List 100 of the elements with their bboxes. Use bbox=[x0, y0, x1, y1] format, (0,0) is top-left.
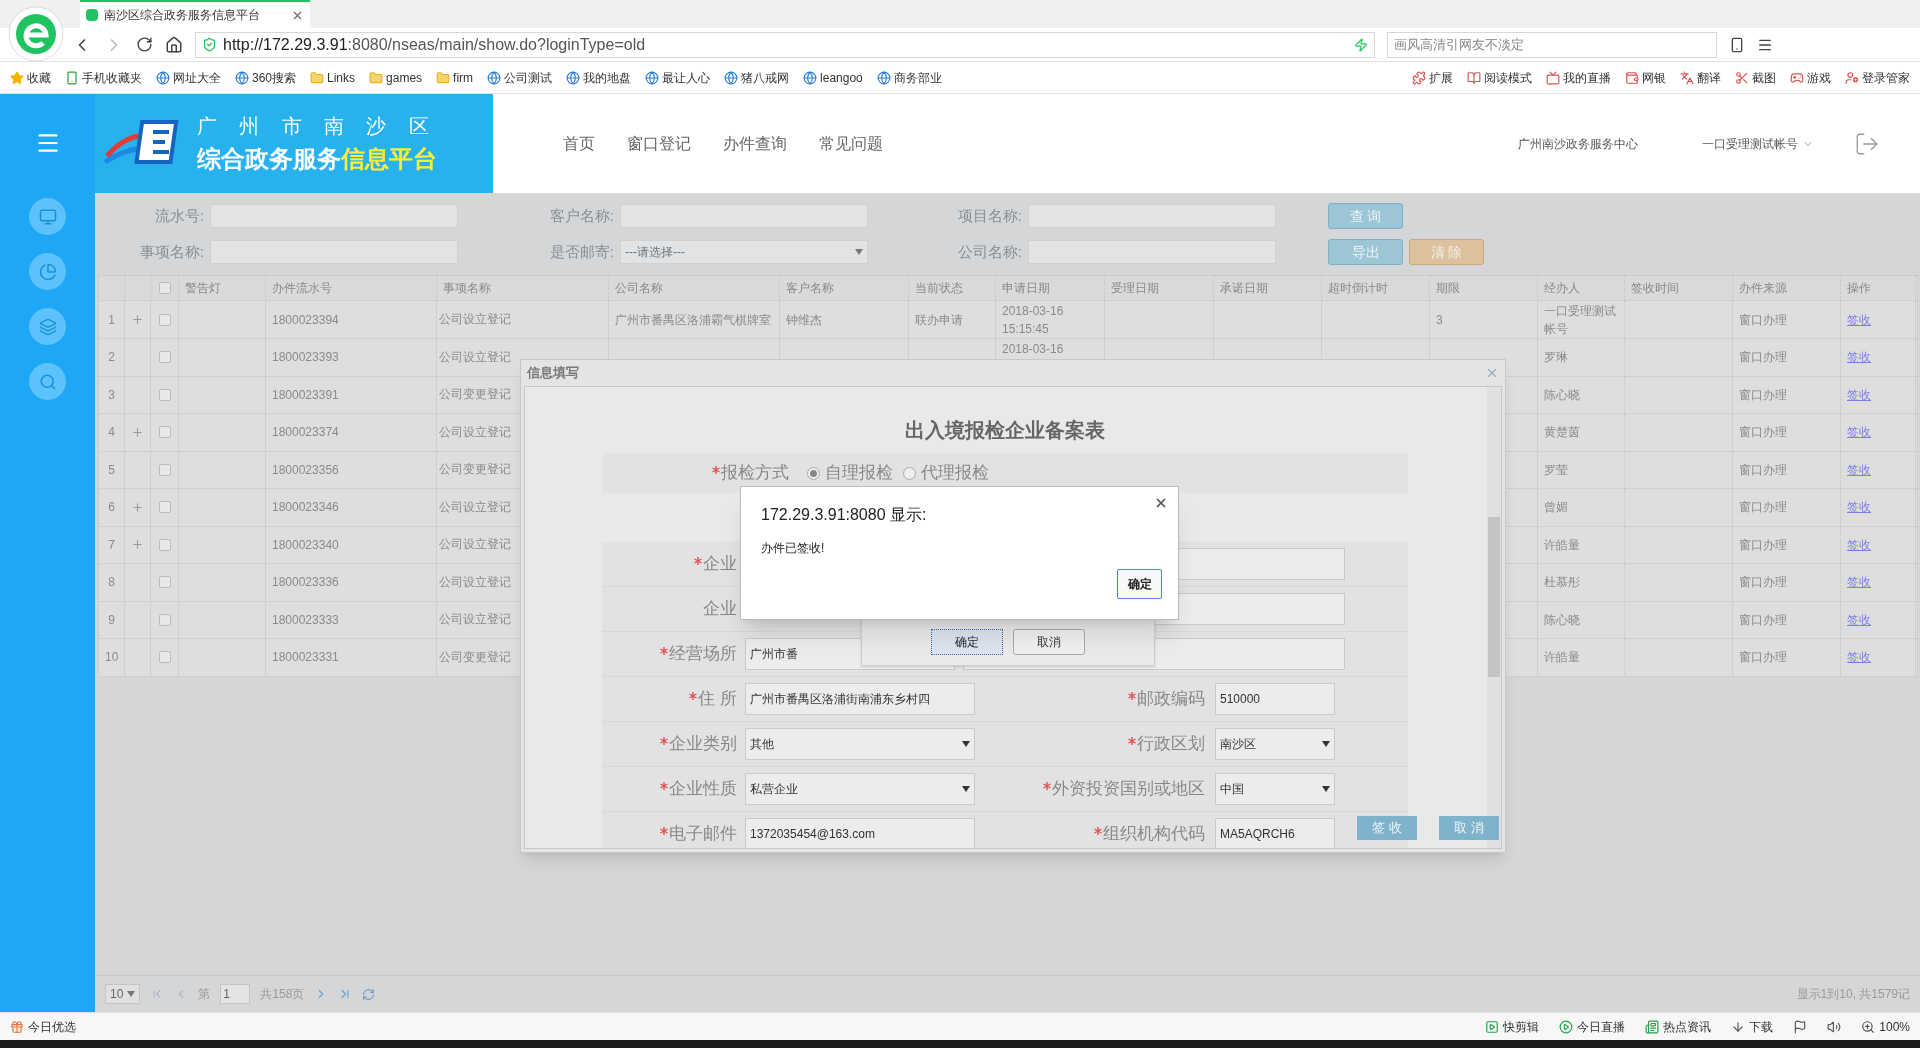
toolbar-link[interactable]: 网银 bbox=[1642, 68, 1666, 87]
field-label: 企业 bbox=[703, 598, 737, 621]
status-link[interactable]: 快剪辑 bbox=[1503, 1017, 1540, 1036]
column-header: 经办人 bbox=[1544, 281, 1580, 295]
account-menu[interactable]: 一口受理测试帐号 bbox=[1702, 134, 1798, 153]
browser-search-field[interactable]: 画风高清引网友不淡定 bbox=[1387, 31, 1717, 58]
toolbar-link[interactable]: 扩展 bbox=[1429, 68, 1453, 87]
toolbar-link[interactable]: 截图 bbox=[1752, 68, 1776, 87]
table-cell: 罗莹 bbox=[1544, 462, 1568, 477]
zoom-icon[interactable] bbox=[1861, 1019, 1876, 1034]
field-label: 组织机构代码 bbox=[1103, 823, 1205, 846]
checkbox[interactable] bbox=[158, 576, 171, 589]
column-header: 客户名称 bbox=[786, 281, 834, 295]
translate-icon[interactable] bbox=[1680, 70, 1694, 85]
checkbox[interactable] bbox=[158, 388, 171, 401]
layers-icon[interactable] bbox=[29, 308, 66, 345]
checkbox[interactable] bbox=[158, 613, 171, 626]
nav-link[interactable]: 窗口登记 bbox=[627, 131, 691, 156]
news-icon[interactable] bbox=[1645, 1019, 1660, 1034]
bookmark-link[interactable]: firm bbox=[453, 68, 474, 87]
text-field[interactable]: MA5AQRCH6 bbox=[1215, 818, 1335, 848]
text-field[interactable]: 广州市番禺区洛浦街南浦东乡村四 bbox=[745, 683, 975, 715]
volume-icon[interactable] bbox=[1827, 1019, 1842, 1034]
scissors-icon[interactable] bbox=[1735, 70, 1749, 85]
table-cell: 15:15:45 bbox=[1002, 322, 1049, 336]
status-link[interactable]: 热点资讯 bbox=[1663, 1017, 1712, 1036]
table-cell: 公司设立登记 bbox=[439, 613, 511, 626]
globe-icon bbox=[645, 70, 660, 85]
play-circle-icon[interactable] bbox=[1559, 1019, 1574, 1034]
today-picks-link[interactable]: 今日优选 bbox=[28, 1017, 76, 1036]
expand-icon[interactable] bbox=[131, 538, 144, 552]
select-field[interactable]: 其他 bbox=[745, 728, 975, 760]
gift-icon[interactable] bbox=[10, 1019, 24, 1034]
checkbox[interactable] bbox=[158, 282, 171, 294]
text-field[interactable]: 1372035454@163.com bbox=[745, 818, 975, 848]
nav-link[interactable]: 常见问题 bbox=[819, 131, 883, 156]
bookmark-link[interactable]: 最让人心 bbox=[662, 68, 711, 87]
ok-button[interactable]: 确定 bbox=[1117, 569, 1162, 599]
mail-select[interactable]: ---请选择--- bbox=[620, 240, 868, 264]
checkbox[interactable] bbox=[158, 426, 171, 439]
nav-link[interactable]: 办件查询 bbox=[723, 131, 787, 156]
folder-icon bbox=[310, 70, 325, 85]
select-field[interactable]: 私营企业 bbox=[745, 773, 975, 805]
pie-chart-icon[interactable] bbox=[29, 253, 66, 290]
checkbox[interactable] bbox=[158, 651, 171, 664]
text-field[interactable]: 510000 bbox=[1215, 683, 1335, 715]
scrollbar[interactable] bbox=[1487, 387, 1501, 848]
puzzle-icon[interactable] bbox=[1412, 70, 1426, 85]
table-cell: 窗口办理 bbox=[1739, 350, 1787, 365]
toolbar-link[interactable]: 登录管家 bbox=[1862, 68, 1910, 87]
checkbox[interactable] bbox=[158, 313, 171, 326]
browser-tab[interactable]: 南沙区综合政务服务信息平台 bbox=[80, 0, 310, 28]
toolbar-link[interactable]: 我的直播 bbox=[1563, 68, 1611, 87]
home-icon[interactable] bbox=[165, 35, 183, 54]
search-icon[interactable] bbox=[29, 363, 66, 400]
toolbar-link[interactable]: 阅读模式 bbox=[1484, 68, 1532, 87]
wallet-icon[interactable] bbox=[1625, 70, 1639, 85]
checkbox[interactable] bbox=[158, 351, 171, 364]
bookmark-link[interactable]: 我的地盘 bbox=[583, 68, 632, 87]
monitor-icon[interactable] bbox=[29, 198, 66, 235]
nav-link[interactable]: 首页 bbox=[563, 131, 595, 156]
toolbar-link[interactable]: 游戏 bbox=[1807, 68, 1831, 87]
expand-icon[interactable] bbox=[131, 313, 144, 326]
bookmark-link[interactable]: 网址大全 bbox=[173, 68, 221, 87]
tv-icon[interactable] bbox=[1546, 70, 1560, 85]
bookmark-link[interactable]: 公司测试 bbox=[504, 68, 553, 87]
refresh-icon[interactable] bbox=[362, 987, 376, 1001]
page-size-select[interactable]: 10 bbox=[105, 984, 141, 1004]
status-link[interactable]: 今日直播 bbox=[1577, 1017, 1626, 1036]
toolbar-link[interactable]: 翻译 bbox=[1697, 68, 1721, 87]
status-link[interactable]: 下载 bbox=[1749, 1017, 1774, 1036]
flag-icon[interactable] bbox=[1793, 1019, 1808, 1034]
phone-icon[interactable] bbox=[1729, 36, 1745, 53]
book-icon[interactable] bbox=[1467, 70, 1481, 85]
bookmark-link[interactable]: games bbox=[386, 68, 423, 87]
bookmark-link[interactable]: Links bbox=[327, 68, 356, 87]
bookmark-link[interactable]: 商务部业 bbox=[893, 68, 942, 87]
page-field[interactable]: 1 bbox=[220, 984, 251, 1004]
expand-icon[interactable] bbox=[131, 500, 144, 514]
bookmark-link[interactable]: 猪八戒网 bbox=[741, 68, 790, 87]
close-icon[interactable] bbox=[1154, 496, 1168, 510]
checkbox[interactable] bbox=[158, 463, 171, 476]
gamepad-icon[interactable] bbox=[1790, 70, 1804, 85]
checkbox[interactable] bbox=[158, 501, 171, 514]
cancel-button[interactable]: 取消 bbox=[1013, 629, 1085, 655]
bookmark-link[interactable]: 360搜索 bbox=[252, 68, 297, 87]
bookmark-link[interactable]: leangoo bbox=[820, 68, 863, 87]
select-field[interactable]: 中国 bbox=[1215, 773, 1335, 805]
confirm-button[interactable]: 确定 bbox=[931, 629, 1003, 655]
checkbox[interactable] bbox=[158, 538, 171, 551]
bookmark-link[interactable]: 手机收藏夹 bbox=[82, 68, 142, 87]
user-icon[interactable] bbox=[1845, 70, 1859, 85]
select-field[interactable]: 南沙区 bbox=[1215, 728, 1335, 760]
bookmark-link[interactable]: 收藏 bbox=[27, 68, 51, 87]
table-cell: 1800023374 bbox=[272, 425, 339, 440]
play-square-icon[interactable] bbox=[1485, 1019, 1500, 1034]
expand-icon[interactable] bbox=[131, 425, 144, 439]
table-cell: 公司变更登记 bbox=[439, 650, 511, 663]
zoom-level[interactable]: 100% bbox=[1879, 1017, 1910, 1036]
reload-icon[interactable] bbox=[136, 36, 153, 53]
